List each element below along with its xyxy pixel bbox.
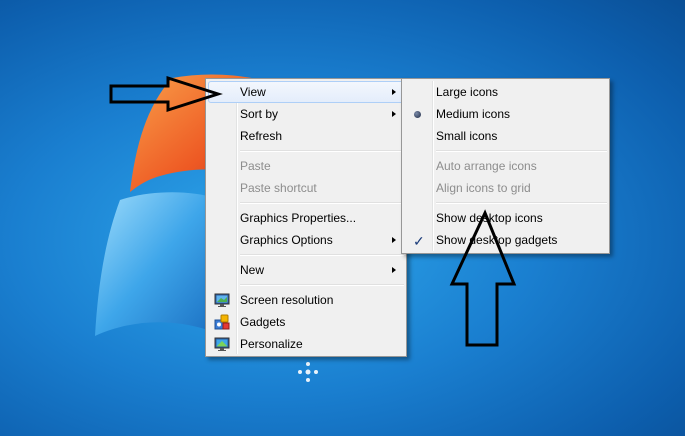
annotation-overlay <box>109 75 517 347</box>
up-arrow-annotation <box>449 209 517 347</box>
right-arrow-annotation <box>109 75 223 113</box>
